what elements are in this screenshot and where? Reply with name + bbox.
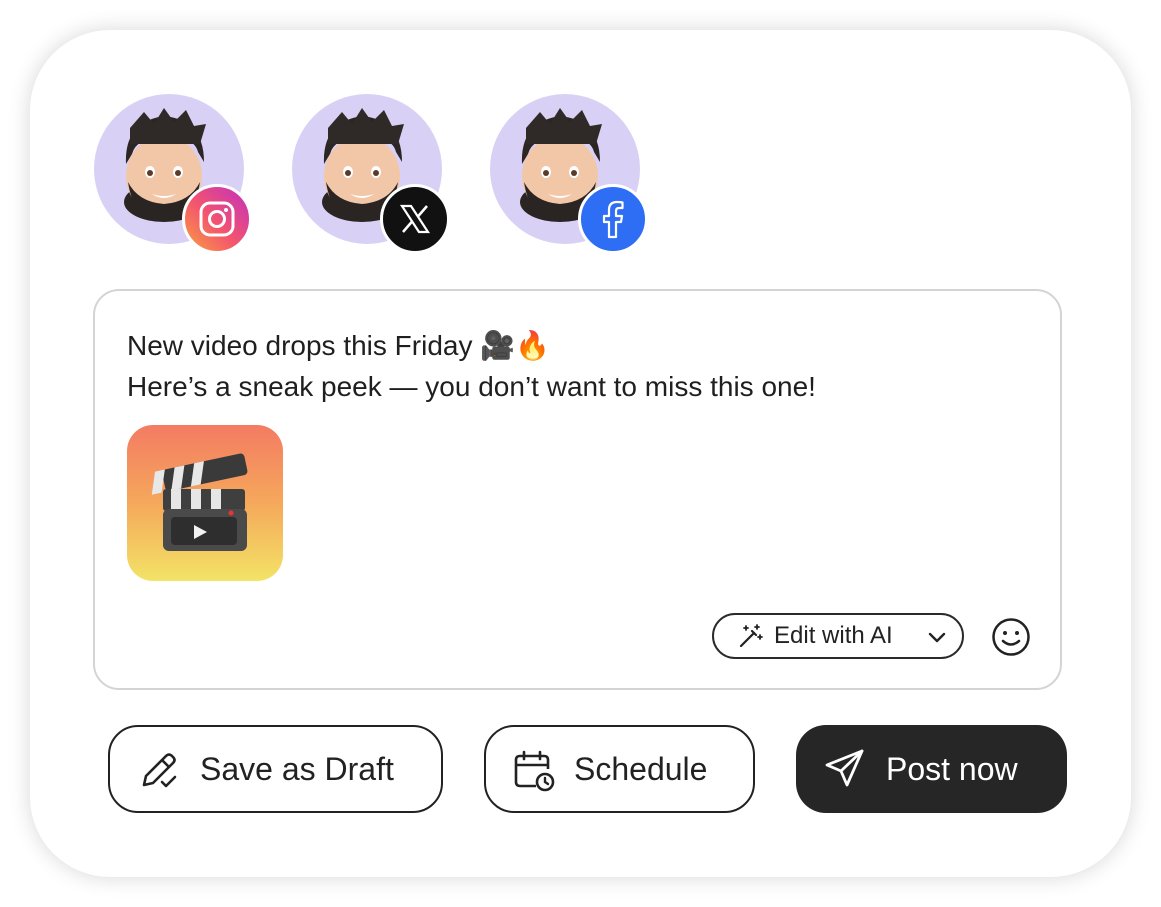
post-composer[interactable]: New video drops this Friday 🎥🔥 Here’s a … (93, 289, 1062, 690)
magic-wand-icon (739, 624, 763, 648)
x-icon (380, 184, 450, 254)
media-attachment[interactable] (127, 425, 283, 581)
save-as-draft-button[interactable]: Save as Draft (108, 725, 443, 813)
facebook-icon (578, 184, 648, 254)
chevron-down-icon[interactable] (926, 626, 948, 648)
edit-with-ai-button[interactable]: Edit with AI (712, 613, 964, 659)
save-as-draft-label: Save as Draft (200, 750, 394, 787)
account-avatar-instagram[interactable] (94, 94, 252, 254)
post-text-line-2: Here’s a sneak peek — you don’t want to … (127, 371, 816, 402)
schedule-button[interactable]: Schedule (484, 725, 755, 813)
account-avatar-x[interactable] (292, 94, 450, 254)
clapperboard-icon (151, 453, 248, 551)
send-icon (825, 749, 864, 787)
pencil-check-icon (142, 753, 177, 788)
account-avatar-facebook[interactable] (490, 94, 648, 254)
post-text[interactable]: New video drops this Friday 🎥🔥 Here’s a … (127, 325, 816, 407)
instagram-icon (182, 184, 252, 254)
calendar-clock-icon (514, 750, 555, 792)
schedule-label: Schedule (574, 750, 708, 787)
account-selector (94, 94, 694, 264)
post-now-button[interactable]: Post now (796, 725, 1067, 813)
edit-with-ai-label: Edit with AI (774, 622, 893, 649)
post-now-label: Post now (886, 750, 1018, 787)
smiley-icon[interactable] (991, 617, 1031, 657)
post-text-line-1: New video drops this Friday 🎥🔥 (127, 330, 550, 361)
